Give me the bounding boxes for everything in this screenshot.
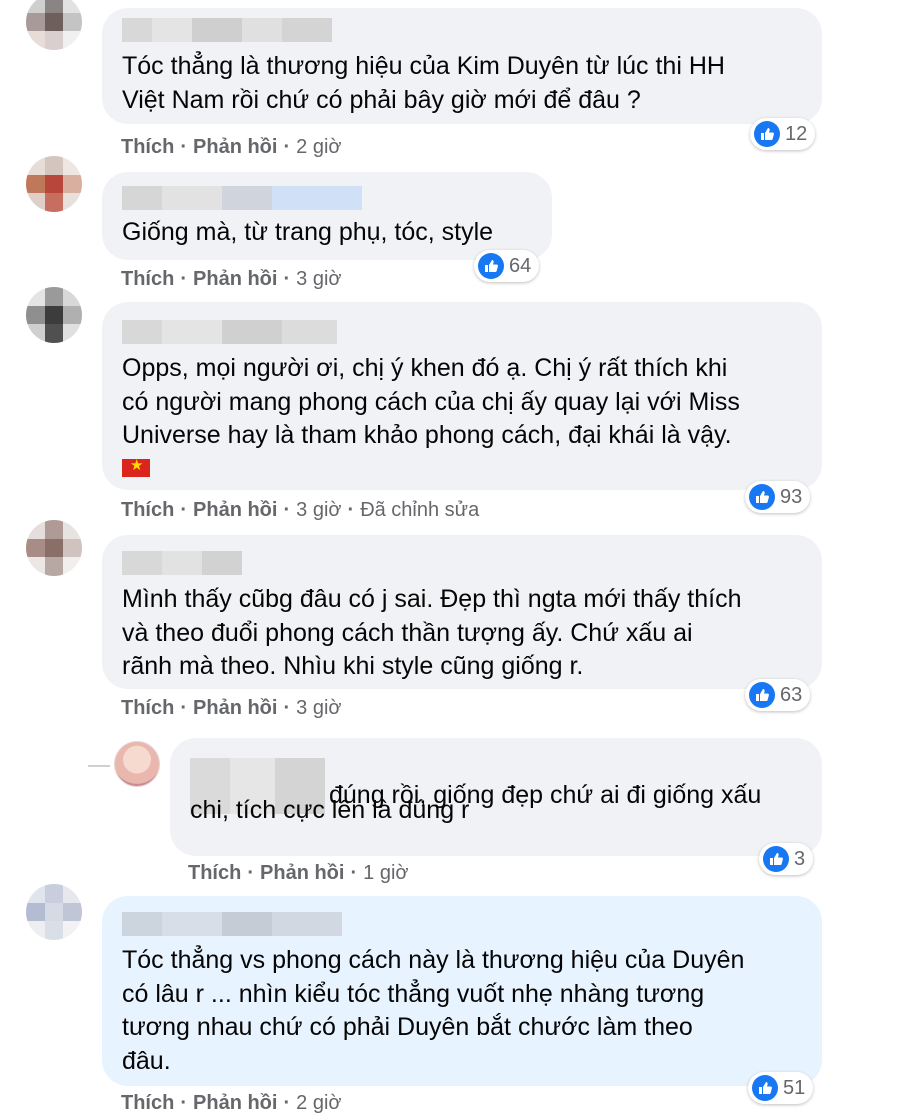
separator: · bbox=[180, 268, 188, 290]
vietnam-flag-icon bbox=[122, 456, 150, 477]
timestamp[interactable]: 3 giờ bbox=[296, 499, 341, 521]
reaction-number: 12 bbox=[785, 122, 808, 145]
avatar[interactable] bbox=[26, 520, 82, 576]
separator: · bbox=[350, 862, 358, 884]
comment-text: Tóc thẳng vs phong cách này là thương hi… bbox=[122, 946, 745, 1075]
avatar[interactable] bbox=[114, 741, 160, 787]
comment-text: Giống mà, từ trang phụ, tóc, style bbox=[122, 218, 494, 246]
blurred-author-name bbox=[122, 912, 802, 936]
reply-link[interactable]: Phản hồi bbox=[193, 697, 277, 719]
reply-link[interactable]: Phản hồi bbox=[260, 862, 344, 884]
separator: · bbox=[283, 697, 291, 719]
comment-actions: Thích · Phản hồi · 3 giờ · Đã chỉnh sửa bbox=[121, 499, 479, 522]
avatar[interactable] bbox=[26, 156, 82, 212]
timestamp[interactable]: 2 giờ bbox=[296, 1092, 341, 1114]
thumbs-up-icon bbox=[749, 484, 775, 510]
separator: · bbox=[283, 499, 291, 521]
reaction-number: 3 bbox=[794, 847, 806, 870]
reaction-count[interactable]: 64 bbox=[474, 250, 540, 282]
like-link[interactable]: Thích bbox=[121, 136, 174, 158]
separator: · bbox=[180, 136, 188, 158]
like-link[interactable]: Thích bbox=[121, 697, 174, 719]
comment-actions: Thích · Phản hồi · 2 giờ bbox=[121, 136, 342, 159]
thumbs-up-icon bbox=[754, 121, 780, 147]
timestamp[interactable]: 1 giờ bbox=[363, 862, 408, 884]
reaction-number: 93 bbox=[780, 485, 803, 508]
reaction-count[interactable]: 12 bbox=[750, 118, 816, 150]
separator: · bbox=[347, 499, 355, 521]
reply-link[interactable]: Phản hồi bbox=[193, 268, 277, 290]
comment-bubble: Mình thấy cũbg đâu có j sai. Đẹp thì ngt… bbox=[102, 535, 822, 689]
like-link[interactable]: Thích bbox=[121, 499, 174, 521]
separator: · bbox=[247, 862, 255, 884]
timestamp[interactable]: 3 giờ bbox=[296, 697, 341, 719]
blurred-author-name bbox=[122, 551, 802, 575]
comment-bubble: đúng rồi, giống đẹp chứ ai đi giống xấu … bbox=[170, 738, 822, 856]
comment-actions: Thích · Phản hồi · 2 giờ bbox=[121, 1092, 342, 1115]
reaction-count[interactable]: 63 bbox=[745, 679, 811, 711]
thumbs-up-icon bbox=[763, 846, 789, 872]
separator: · bbox=[283, 136, 291, 158]
avatar[interactable] bbox=[26, 287, 82, 343]
comment-bubble: Giống mà, từ trang phụ, tóc, style bbox=[102, 172, 552, 260]
reply-connector-line bbox=[88, 765, 110, 767]
thumbs-up-icon bbox=[749, 682, 775, 708]
comment-actions: Thích · Phản hồi · 3 giờ bbox=[121, 268, 342, 291]
comment-text: Tóc thẳng là thương hiệu của Kim Duyên t… bbox=[122, 52, 725, 114]
separator: · bbox=[180, 697, 188, 719]
edited-label[interactable]: Đã chỉnh sửa bbox=[360, 499, 479, 521]
comment-bubble: Tóc thẳng là thương hiệu của Kim Duyên t… bbox=[102, 8, 822, 124]
separator: · bbox=[180, 499, 188, 521]
avatar[interactable] bbox=[26, 884, 82, 940]
comment-text: Opps, mọi người ơi, chị ý khen đó ạ. Chị… bbox=[122, 354, 740, 449]
reaction-number: 51 bbox=[783, 1076, 806, 1099]
comment-actions: Thích · Phản hồi · 1 giờ bbox=[188, 862, 409, 885]
comment-actions: Thích · Phản hồi · 3 giờ bbox=[121, 697, 342, 720]
blurred-author-name bbox=[122, 186, 532, 210]
comment-bubble-highlighted: Tóc thẳng vs phong cách này là thương hi… bbox=[102, 896, 822, 1086]
reply-link[interactable]: Phản hồi bbox=[193, 499, 277, 521]
like-link[interactable]: Thích bbox=[121, 268, 174, 290]
reply-link[interactable]: Phản hồi bbox=[193, 1092, 277, 1114]
separator: · bbox=[283, 1092, 291, 1114]
reaction-count[interactable]: 3 bbox=[759, 843, 814, 875]
reaction-number: 63 bbox=[780, 683, 803, 706]
blurred-author-name bbox=[122, 320, 802, 344]
timestamp[interactable]: 3 giờ bbox=[296, 268, 341, 290]
avatar[interactable] bbox=[26, 0, 82, 50]
reaction-number: 64 bbox=[509, 254, 532, 277]
blurred-author-name bbox=[122, 18, 802, 42]
reply-link[interactable]: Phản hồi bbox=[193, 136, 277, 158]
thumbs-up-icon bbox=[478, 253, 504, 279]
separator: · bbox=[283, 268, 291, 290]
reaction-count[interactable]: 93 bbox=[745, 481, 811, 513]
thumbs-up-icon bbox=[752, 1075, 778, 1101]
like-link[interactable]: Thích bbox=[121, 1092, 174, 1114]
timestamp[interactable]: 2 giờ bbox=[296, 136, 341, 158]
comment-text: Mình thấy cũbg đâu có j sai. Đẹp thì ngt… bbox=[122, 585, 742, 680]
separator: · bbox=[180, 1092, 188, 1114]
comment-bubble: Opps, mọi người ơi, chị ý khen đó ạ. Chị… bbox=[102, 302, 822, 490]
reaction-count[interactable]: 51 bbox=[748, 1072, 814, 1104]
like-link[interactable]: Thích bbox=[188, 862, 241, 884]
